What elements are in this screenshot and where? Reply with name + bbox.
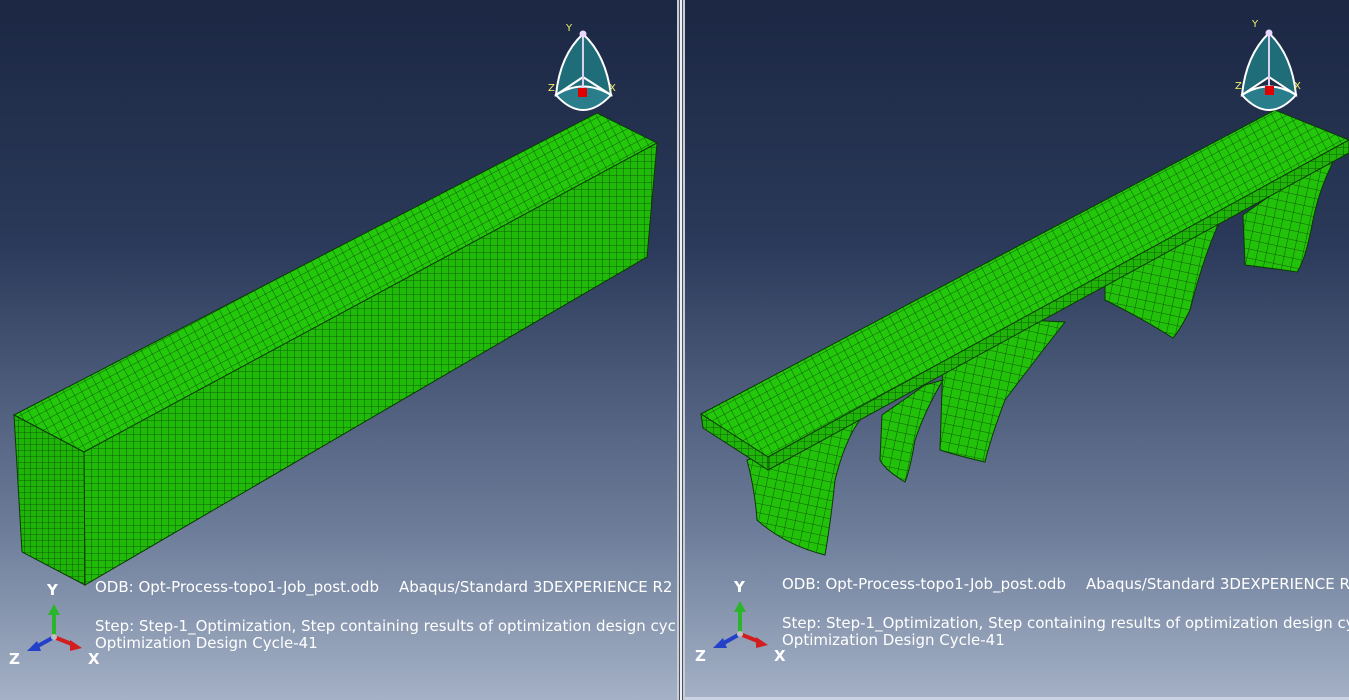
cycle-info-line: Optimization Design Cycle-41 bbox=[782, 631, 1005, 649]
triad-y-label: Y bbox=[734, 578, 745, 596]
odb-name: ODB: Opt-Process-topo1-Job_post.odb bbox=[782, 575, 1066, 593]
view-cube-origin-icon bbox=[578, 88, 587, 97]
triad-z-label: Z bbox=[9, 650, 20, 668]
view-cube-origin-icon bbox=[1265, 86, 1274, 95]
product-name: Abaqus/Standard 3DEXPERIENCE R2 bbox=[1085, 575, 1349, 593]
deck-top-face bbox=[700, 109, 1349, 458]
view-cube-x-label: X bbox=[609, 83, 616, 94]
odb-name: ODB: Opt-Process-topo1-Job_post.odb bbox=[95, 578, 379, 596]
view-cube[interactable] bbox=[554, 30, 613, 111]
view-cube-x-label: X bbox=[1294, 81, 1301, 92]
odb-info-line: ODB: Opt-Process-topo1-Job_post.odb Abaqu… bbox=[95, 579, 672, 596]
triad-z-label: Z bbox=[695, 647, 706, 665]
cycle-info-line: Optimization Design Cycle-41 bbox=[95, 634, 318, 652]
view-cube-y-label: Y bbox=[566, 23, 573, 34]
right-model-canvas[interactable] bbox=[685, 0, 1349, 700]
view-cube-y-label: Y bbox=[1252, 19, 1259, 30]
axis-triad bbox=[713, 601, 768, 648]
triad-x-label: X bbox=[774, 647, 786, 665]
axis-triad bbox=[27, 604, 82, 651]
view-cube[interactable] bbox=[1240, 29, 1298, 111]
deck-front-face bbox=[767, 139, 1349, 471]
step-info-line: Step: Step-1_Optimization, Step containi… bbox=[782, 614, 1349, 632]
step-info-line: Step: Step-1_Optimization, Step containi… bbox=[95, 617, 677, 635]
right-viewport[interactable]: Y Z X Y X Z ODB: Opt-Process-topo1-Job_p… bbox=[685, 0, 1349, 700]
product-name: Abaqus/Standard 3DEXPERIENCE R2 bbox=[398, 578, 673, 596]
triad-y-label: Y bbox=[47, 581, 58, 599]
view-cube-z-label: Z bbox=[1235, 81, 1242, 92]
odb-info-line: ODB: Opt-Process-topo1-Job_post.odb Abaqu… bbox=[782, 576, 1349, 593]
left-viewport[interactable]: Y Z X Y X Z ODB: Opt-Process-topo1-Job_p… bbox=[0, 0, 677, 700]
triad-x-label: X bbox=[88, 650, 100, 668]
viewport-separator[interactable] bbox=[677, 0, 685, 700]
view-cube-z-label: Z bbox=[548, 83, 555, 94]
